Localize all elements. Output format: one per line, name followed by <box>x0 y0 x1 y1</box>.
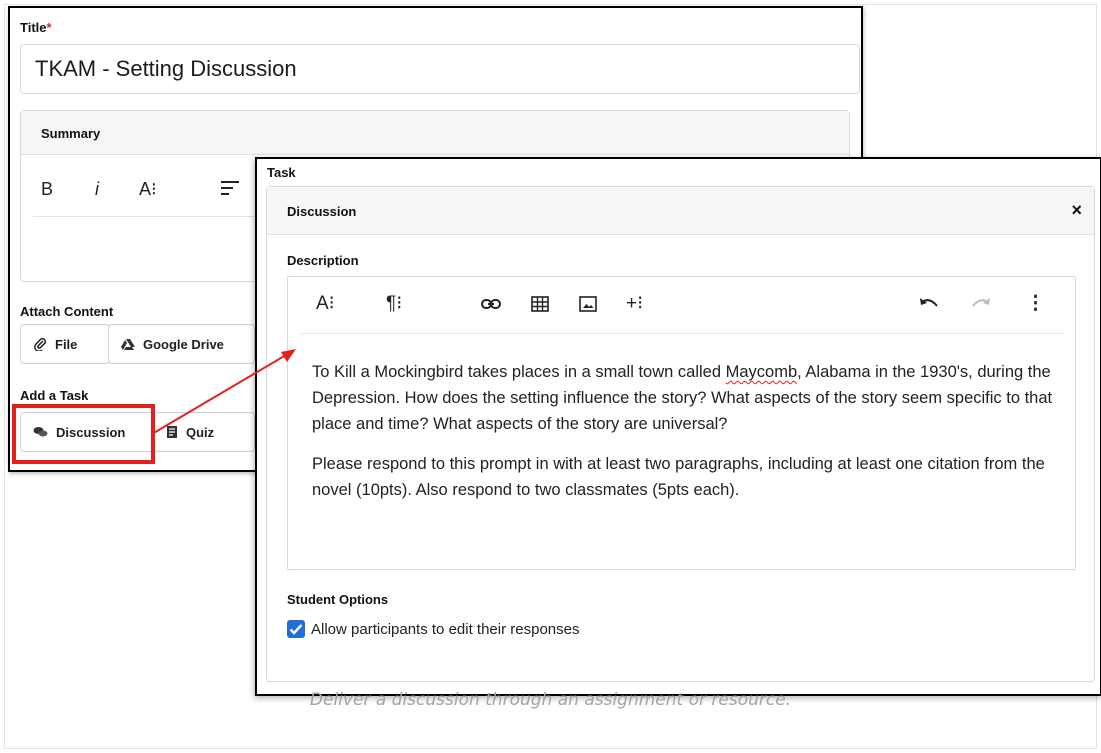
description-label: Description <box>287 253 359 268</box>
add-quiz-button[interactable]: Quiz <box>153 412 255 452</box>
font-size-button[interactable]: A⁝ <box>316 294 335 314</box>
discussion-title: Discussion <box>287 204 357 219</box>
font-size-button[interactable]: A⁝ <box>139 179 157 200</box>
misspelled-word: Maycomb <box>725 363 798 381</box>
paperclip-icon <box>34 337 47 351</box>
attach-file-button[interactable]: File <box>20 324 110 364</box>
close-icon[interactable]: × <box>1071 200 1082 221</box>
description-content[interactable]: To Kill a Mockingbird takes places in a … <box>312 359 1062 517</box>
add-quiz-label: Quiz <box>186 424 215 440</box>
checkmark-icon <box>289 624 303 635</box>
student-options-label: Student Options <box>287 592 389 607</box>
insert-more-button[interactable]: +⁝ <box>626 294 643 314</box>
attach-google-drive-label: Google Drive <box>143 336 224 352</box>
summary-label: Summary <box>21 111 849 155</box>
task-detail-panel: Task Discussion × Description A⁝ ¶⁝ +⁝ ⋮… <box>255 157 1101 696</box>
image-icon[interactable] <box>578 294 598 319</box>
attach-file-label: File <box>55 336 78 352</box>
title-input[interactable]: TKAM - Setting Discussion <box>20 44 860 94</box>
description-paragraph-2: Please respond to this prompt in with at… <box>312 455 1045 499</box>
discussion-highlight-box <box>12 404 155 464</box>
align-icon[interactable] <box>219 177 241 204</box>
description-editor[interactable]: A⁝ ¶⁝ +⁝ ⋮ To Kill a Mockingbird takes p… <box>287 276 1076 570</box>
redo-icon[interactable] <box>970 294 992 319</box>
discussion-card-header: Discussion × <box>267 187 1094 235</box>
table-icon[interactable] <box>530 294 550 319</box>
quiz-icon <box>167 426 177 438</box>
required-mark: * <box>46 20 52 35</box>
bold-button[interactable]: B <box>41 179 53 200</box>
link-icon[interactable] <box>480 294 502 319</box>
undo-icon[interactable] <box>918 294 940 319</box>
allow-edit-label: Allow participants to edit their respons… <box>311 621 580 638</box>
google-drive-icon <box>121 338 135 350</box>
attach-google-drive-button[interactable]: Google Drive <box>108 324 255 364</box>
task-section-label: Task <box>267 165 296 180</box>
allow-edit-checkbox[interactable] <box>287 620 305 638</box>
editor-toolbar: A⁝ ¶⁝ +⁝ ⋮ <box>300 277 1065 334</box>
description-paragraph-1: To Kill a Mockingbird takes places in a … <box>312 363 1053 433</box>
italic-button[interactable]: i <box>95 179 99 200</box>
discussion-card: Discussion × Description A⁝ ¶⁝ +⁝ ⋮ To K… <box>266 186 1095 682</box>
more-options-icon[interactable]: ⋮ <box>1026 294 1045 314</box>
title-label: Title* <box>20 20 52 35</box>
add-task-label: Add a Task <box>20 388 89 403</box>
attach-content-label: Attach Content <box>20 304 114 319</box>
figure-caption: Deliver a discussion through an assignme… <box>309 690 792 710</box>
paragraph-format-button[interactable]: ¶⁝ <box>386 294 402 314</box>
